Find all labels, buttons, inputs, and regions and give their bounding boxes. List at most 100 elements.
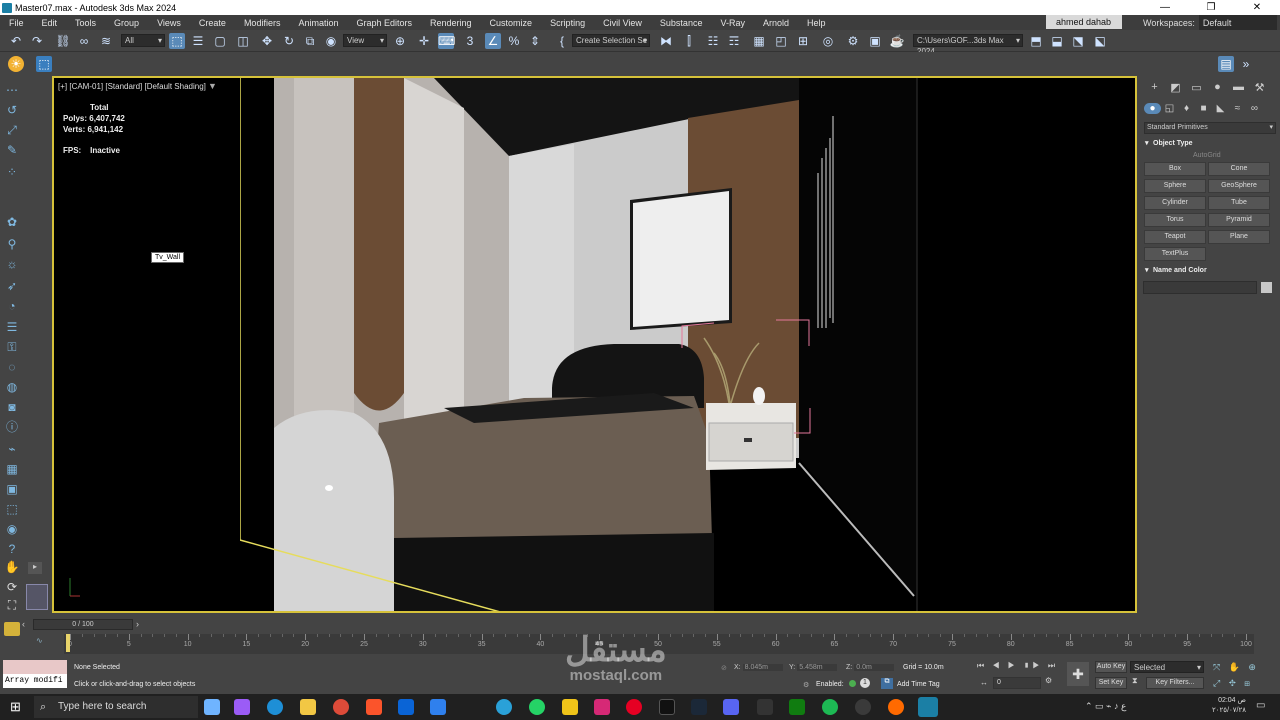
scene-states-icon[interactable]: ⬚ [36, 56, 52, 72]
scale-tool-icon[interactable]: ⤢ [4, 122, 20, 138]
auto-key-button[interactable]: Auto Key [1095, 661, 1127, 673]
system-tray-icons[interactable]: ⌃ ▭ ⌁ ♪ ع [1085, 701, 1126, 712]
sphere-tool-icon[interactable]: ◍ [4, 379, 20, 395]
edit-named-selection-icon[interactable]: { [554, 33, 570, 49]
xbox-icon[interactable] [789, 699, 805, 715]
file-explorer-icon[interactable] [300, 699, 316, 715]
rectangular-selection-icon[interactable]: ▢ [212, 33, 228, 49]
redo-icon[interactable]: ↷ [29, 33, 45, 49]
viewport-nav-icons-bottom[interactable]: ⤢ ✥ ⊞ [1213, 678, 1253, 689]
menu-views[interactable]: Views [148, 18, 190, 28]
steam-icon[interactable] [691, 699, 707, 715]
app-icon-generic[interactable] [855, 699, 871, 715]
bind-space-warp-icon[interactable]: ≋ [98, 33, 114, 49]
x-field[interactable]: 8.045m [742, 664, 783, 671]
notifications-icon[interactable]: ▭ [1256, 700, 1265, 711]
align-icon[interactable]: ⫿ [681, 33, 697, 49]
rotate-icon[interactable]: ↻ [281, 33, 297, 49]
maxscript-listener-top[interactable] [3, 660, 67, 674]
z-field[interactable]: 0.0m [854, 664, 895, 671]
sphere-button[interactable]: Sphere [1144, 179, 1206, 193]
workspace-value[interactable]: Default [1198, 15, 1277, 31]
geometry-icon[interactable]: ● [1144, 102, 1161, 114]
helpers-icon[interactable]: ◣ [1212, 103, 1229, 114]
menu-group[interactable]: Group [105, 18, 148, 28]
named-selection-sets-dropdown[interactable]: Create Selection Se [572, 34, 650, 47]
percent-snap-icon[interactable]: % [506, 33, 522, 49]
autogrid-checkbox[interactable]: AutoGrid [1143, 150, 1277, 162]
box-button[interactable]: Box [1144, 162, 1206, 176]
angle-snap-icon[interactable]: ∠ [485, 33, 501, 49]
pyramid-button[interactable]: Pyramid [1208, 213, 1270, 227]
toggle-ribbon-icon[interactable]: ▦ [751, 33, 767, 49]
list-icon[interactable]: ☰ [4, 319, 20, 335]
tiktok-icon[interactable] [659, 699, 675, 715]
cone-button[interactable]: Cone [1208, 162, 1270, 176]
object-name-input[interactable] [1143, 281, 1257, 294]
select-manipulate-icon[interactable]: ✛ [416, 33, 432, 49]
time-slider[interactable]: 0 / 100 [33, 619, 133, 630]
create-tab-icon[interactable]: + [1144, 81, 1165, 93]
epic-games-icon[interactable] [757, 699, 773, 715]
object-paint-icon[interactable]: ✿ [4, 214, 20, 230]
menu-modifiers[interactable]: Modifiers [235, 18, 290, 28]
menu-create[interactable]: Create [190, 18, 235, 28]
menu-edit[interactable]: Edit [33, 18, 67, 28]
viewport-nav-icons-top[interactable]: ⤧ ✋ ⊕ [1213, 662, 1259, 673]
layer-explorer-icon[interactable]: ☶ [726, 33, 742, 49]
key-filters-button[interactable]: Key Filters... [1146, 677, 1204, 689]
timeline-prev-icon[interactable]: ‹ [22, 619, 25, 629]
save-icon[interactable]: ▤ [1218, 56, 1234, 72]
curve-editor-toggle-icon[interactable]: ∿ [36, 636, 43, 645]
menu-vray[interactable]: V-Ray [711, 18, 754, 28]
menu-file[interactable]: File [0, 18, 33, 28]
time-config-icon[interactable]: ↔ [980, 678, 988, 687]
menu-rendering[interactable]: Rendering [421, 18, 481, 28]
set-key-button[interactable]: Set Key [1095, 677, 1127, 689]
menu-help[interactable]: Help [798, 18, 835, 28]
pinterest-icon[interactable] [626, 699, 642, 715]
weather-widget-icon[interactable] [204, 699, 220, 715]
maximize-viewport-icon[interactable]: ⛶ [4, 597, 20, 613]
maximize-button[interactable]: ❐ [1188, 2, 1234, 13]
object-color-swatch[interactable] [1261, 282, 1272, 293]
lock-icon[interactable]: ⚿ [4, 339, 20, 355]
tube-button[interactable]: Tube [1208, 196, 1270, 210]
primitive-category-dropdown[interactable]: Standard Primitives [1144, 122, 1276, 134]
camera-tool-icon[interactable]: ◙ [4, 399, 20, 415]
windows-start-icon[interactable]: ⊞ [10, 699, 21, 715]
brush-icon[interactable]: ⌁ [4, 441, 20, 457]
adaptive-degradation-icon[interactable]: ⚙ [803, 681, 809, 689]
lock-selection-icon[interactable] [4, 622, 20, 636]
current-frame-indicator[interactable] [66, 634, 70, 652]
mirror-icon[interactable]: ⧓ [658, 33, 674, 49]
light-icon[interactable]: ☼ [4, 256, 20, 272]
y-field[interactable]: 5.458m [797, 664, 838, 671]
set-key-icon[interactable]: ✚ [1067, 662, 1089, 686]
rendered-frame-window-icon[interactable]: ▣ [867, 33, 883, 49]
spotify-icon[interactable] [822, 699, 838, 715]
keyboard-shortcut-override-icon[interactable]: ⌨ [438, 33, 455, 49]
select-tool-icon[interactable]: ⋯ [4, 82, 20, 98]
camera-viewport[interactable]: [+] [CAM-01] [Standard] [Default Shading… [52, 76, 1137, 613]
vray-interactive-icon[interactable]: ⬕ [1092, 33, 1108, 49]
link-icon[interactable]: ⛓ [55, 33, 71, 49]
scene-explorer-icon[interactable]: ☷ [705, 33, 721, 49]
render-production-icon[interactable]: ☕ [889, 33, 905, 49]
torus-button[interactable]: Torus [1144, 213, 1206, 227]
shapes-icon[interactable]: ◱ [1161, 103, 1178, 114]
cameras-icon[interactable]: ■ [1195, 103, 1212, 114]
paint-select-icon[interactable]: ✎ [4, 142, 20, 158]
frame-tool-icon[interactable]: ⬚ [4, 501, 20, 517]
layout-thumbnail[interactable] [26, 584, 48, 610]
utilities-tab-icon[interactable]: ⚒ [1249, 81, 1270, 94]
curve-editor-icon[interactable]: ◰ [773, 33, 789, 49]
enabled-toggle[interactable] [849, 680, 856, 687]
render-setup-icon[interactable]: ⚙ [845, 33, 861, 49]
menu-scripting[interactable]: Scripting [541, 18, 594, 28]
menu-civil-view[interactable]: Civil View [594, 18, 651, 28]
window-crossing-icon[interactable]: ◫ [235, 33, 251, 49]
set-project-folder-icon[interactable]: ⬒ [1028, 33, 1044, 49]
minimize-button[interactable]: — [1142, 2, 1188, 13]
scale-icon[interactable]: ⧉ [302, 33, 318, 49]
